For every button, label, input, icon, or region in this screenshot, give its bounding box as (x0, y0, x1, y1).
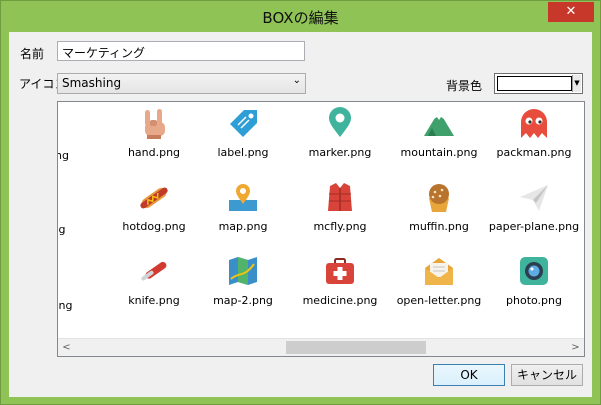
icon-filename: marker.png (308, 146, 372, 159)
list-item[interactable]: marker.png (292, 106, 388, 159)
icon-filename: mcfly.png (313, 220, 367, 233)
mcfly-vest-icon (328, 183, 352, 211)
dialog-window: BOXの編集 ✕ 名前 マーケティング アイコン Smashing ⌄ 背景色 … (0, 0, 601, 405)
list-item[interactable]: muffin.png (391, 180, 487, 233)
icon-filename: label.png (217, 146, 269, 159)
paper-plane-icon (520, 185, 548, 211)
dropdown-arrow-icon: ▼ (572, 75, 581, 92)
icon-filename: medicine.png (302, 294, 378, 307)
icon-filename: packman.png (496, 146, 572, 159)
muffin-icon (429, 184, 449, 212)
icon-filename: knife.png (128, 294, 180, 307)
name-input[interactable]: マーケティング (57, 41, 305, 61)
mountain-icon (424, 111, 454, 136)
open-letter-icon (425, 258, 453, 285)
list-item[interactable]: open-letter.png (391, 254, 487, 307)
hotdog-icon (140, 187, 168, 209)
icon-filename: open-letter.png (396, 294, 482, 307)
scroll-left-icon[interactable]: < (58, 339, 75, 356)
packman-ghost-icon (521, 109, 547, 138)
list-item[interactable]: mountain.png (391, 106, 487, 159)
icon-filename: map-2.png (213, 294, 273, 307)
close-button[interactable]: ✕ (548, 2, 594, 22)
map-marker-icon (329, 107, 351, 137)
icon-list[interactable]: ng g png hand.png (57, 101, 585, 357)
scroll-right-icon[interactable]: > (567, 339, 584, 356)
icon-set-value: Smashing (62, 76, 122, 90)
list-item[interactable]: photo.png (486, 254, 582, 307)
bg-color-picker[interactable]: ▼ (494, 73, 583, 94)
knife-icon: + (141, 261, 167, 281)
list-item[interactable]: ng (58, 143, 110, 162)
horizontal-scrollbar[interactable]: < > (58, 338, 584, 356)
medicine-kit-icon (326, 258, 354, 284)
list-item[interactable]: + knife.png (106, 254, 202, 307)
title-bar[interactable]: BOXの編集 ✕ (1, 1, 600, 32)
svg-text:+: + (159, 274, 164, 281)
icon-filename: hotdog.png (122, 220, 186, 233)
bg-color-label: 背景色 (446, 79, 483, 93)
icon-filename: paper-plane.png (488, 220, 580, 233)
window-title: BOXの編集 (262, 9, 339, 27)
list-item[interactable]: hand.png (106, 106, 202, 159)
icon-filename: hand.png (127, 146, 181, 159)
label-icon (230, 110, 257, 137)
list-item[interactable]: g (58, 217, 110, 236)
chevron-down-icon: ⌄ (292, 75, 301, 86)
cancel-button[interactable]: キャンセル (511, 364, 583, 386)
scrollbar-thumb[interactable] (286, 341, 426, 354)
list-item[interactable]: png (58, 293, 110, 312)
folded-map-icon (229, 257, 257, 285)
bg-color-swatch (497, 76, 572, 91)
photo-camera-icon (520, 257, 548, 285)
list-item[interactable]: paper-plane.png (486, 180, 582, 233)
list-item[interactable]: packman.png (486, 106, 582, 159)
list-item[interactable]: label.png (195, 106, 291, 159)
name-label: 名前 (20, 47, 45, 61)
icon-filename: photo.png (506, 294, 562, 307)
icon-filename: muffin.png (409, 220, 469, 233)
list-item[interactable]: hotdog.png (106, 180, 202, 233)
list-item[interactable]: medicine.png (292, 254, 388, 307)
dialog-client: 名前 マーケティング アイコン Smashing ⌄ 背景色 ▼ ng g pn… (9, 32, 592, 397)
list-item[interactable]: mcfly.png (292, 180, 388, 233)
icon-filename: map.png (218, 220, 268, 233)
list-item[interactable]: map.png (195, 180, 291, 233)
map-icon (229, 184, 257, 211)
ok-button[interactable]: OK (433, 364, 505, 386)
hand-icon (145, 109, 165, 139)
list-item[interactable]: map-2.png (195, 254, 291, 307)
icon-filename: mountain.png (400, 146, 478, 159)
icon-set-select[interactable]: Smashing ⌄ (57, 73, 306, 94)
